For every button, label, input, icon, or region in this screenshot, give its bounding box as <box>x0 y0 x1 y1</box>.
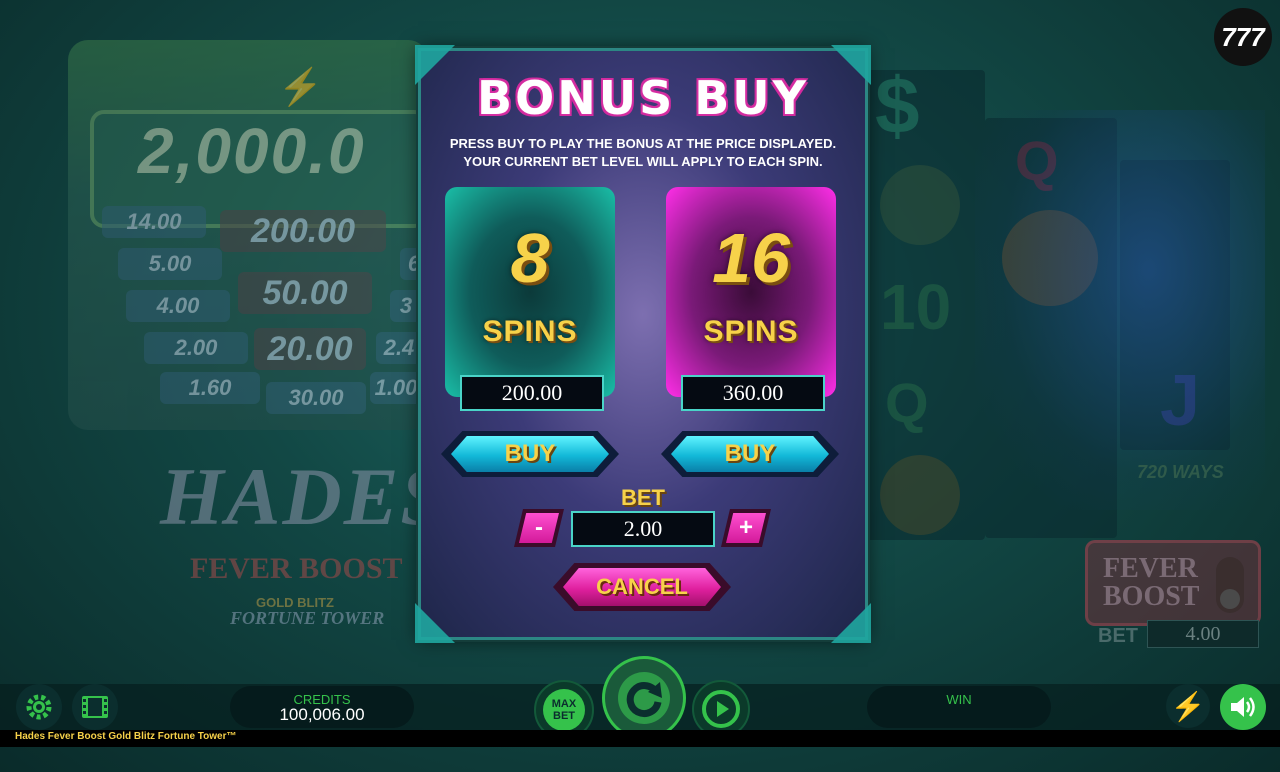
helmet-symbol-icon-3 <box>880 455 960 535</box>
speaker-icon <box>1231 697 1255 717</box>
logo-777-badge[interactable]: 777 <box>1214 8 1272 66</box>
bet-title: BET <box>621 485 665 510</box>
spin-button[interactable] <box>602 656 686 740</box>
helmet-symbol-icon <box>880 165 960 245</box>
prize-left-5: 1.60 <box>160 372 260 404</box>
film-icon <box>82 696 108 718</box>
spin-label: SPINS <box>703 315 799 348</box>
win-label: WIN <box>946 692 972 707</box>
modal-title: BONUS BUY <box>477 71 809 125</box>
cancel-button[interactable]: CANCEL <box>553 563 731 611</box>
modal-instructions: PRESS BUY TO PLAY THE BONUS AT THE PRICE… <box>431 135 855 171</box>
spin-arrow-icon <box>618 672 670 724</box>
jackpot-tower: ⚡ 2,000.0 14.00 200.00 5.00 6 4.00 50.00… <box>68 40 428 430</box>
fever-boost-toggle[interactable]: FEVER BOOST <box>1085 540 1261 626</box>
ten-symbol-icon: 10 <box>880 271 952 343</box>
toggle-switch[interactable] <box>1216 557 1244 613</box>
prize-left-2: 5.00 <box>118 248 222 280</box>
trident-symbol-icon <box>975 110 1265 510</box>
price-16-spins: 360.00 <box>681 375 825 411</box>
prize-mid-1: 200.00 <box>220 210 386 252</box>
bet-decrease-button[interactable]: - <box>514 509 564 547</box>
prize-mid-5: 30.00 <box>266 382 366 414</box>
minus-icon: - <box>519 513 559 543</box>
gear-icon <box>26 694 52 720</box>
max-bet-label: MAX BET <box>543 689 585 731</box>
settings-button[interactable] <box>16 684 62 730</box>
plus-icon: + <box>726 513 766 543</box>
instruction-line-1: PRESS BUY TO PLAY THE BONUS AT THE PRICE… <box>449 136 837 151</box>
corner-ornament-icon <box>415 603 455 643</box>
bonus-option-card-16[interactable]: 16 SPINS <box>666 187 836 397</box>
prize-left-1: 14.00 <box>102 206 206 238</box>
logo-line-fortune-tower: FORTUNE TOWER <box>230 608 385 628</box>
prize-right-5: 1.00 <box>370 372 422 404</box>
spin-count: 8 <box>510 219 550 297</box>
sound-button[interactable] <box>1220 684 1266 730</box>
price-8-spins: 200.00 <box>460 375 604 411</box>
fever-label-line1: FEVER <box>1103 553 1198 584</box>
corner-ornament-icon <box>831 603 871 643</box>
spin-label: SPINS <box>482 315 578 348</box>
prize-left-4: 2.00 <box>144 332 248 364</box>
game-logo: HADES FEVER BOOST GOLD BLITZ FORTUNE TOW… <box>150 450 446 628</box>
fever-label-line2: BOOST <box>1103 581 1200 612</box>
instruction-line-2: YOUR CURRENT BET LEVEL WILL APPLY TO EAC… <box>463 154 823 169</box>
prize-right-4: 2.4 <box>376 332 422 364</box>
ways-label: 720 WAYS <box>1137 462 1224 482</box>
bet-value-field: 2.00 <box>571 511 715 547</box>
bonus-buy-modal: BONUS BUY PRESS BUY TO PLAY THE BONUS AT… <box>415 45 871 643</box>
jackpot-top-value: 2,000.0 <box>138 115 366 187</box>
queen-symbol-icon-2: Q <box>885 371 929 434</box>
buy-8-spins-button[interactable]: BUY <box>441 431 619 477</box>
lightning-icon: ⚡ <box>278 66 323 107</box>
fever-bet-label: BET <box>1098 625 1138 647</box>
bet-increase-button[interactable]: + <box>721 509 771 547</box>
prize-mid-4: 20.00 <box>254 328 366 370</box>
logo-line-fever-boost: FEVER BOOST <box>190 552 403 585</box>
credits-value: 100,006.00 <box>279 705 365 724</box>
game-title: Hades Fever Boost Gold Blitz Fortune Tow… <box>15 731 237 742</box>
buy-16-spins-button[interactable]: BUY <box>661 431 839 477</box>
turbo-button[interactable]: ⚡ <box>1166 684 1210 728</box>
bonus-option-card-8[interactable]: 8 SPINS <box>445 187 615 397</box>
autoplay-button[interactable] <box>72 684 118 730</box>
lightning-icon: ⚡ <box>1170 690 1206 722</box>
spin-count: 16 <box>712 219 790 297</box>
buy-label: BUY <box>671 436 829 472</box>
credits-display: CREDITS 100,006.00 <box>230 686 414 728</box>
dollar-symbol-icon: $ <box>875 61 920 150</box>
prize-mid-3: 50.00 <box>238 272 372 314</box>
logo-line-hades: HADES <box>160 451 448 542</box>
fever-bet-value: 4.00 <box>1147 620 1259 648</box>
win-display: WIN <box>867 686 1051 728</box>
cancel-label: CANCEL <box>563 568 721 606</box>
buy-label: BUY <box>451 436 609 472</box>
auto-spin-icon <box>702 690 740 728</box>
fever-boost-label: FEVER BOOST <box>1103 555 1199 611</box>
prize-left-3: 4.00 <box>126 290 230 322</box>
